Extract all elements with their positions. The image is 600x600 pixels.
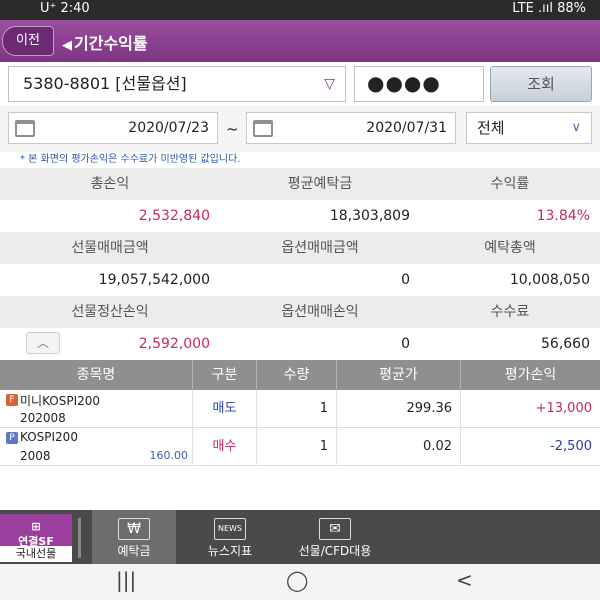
end-date: 2020/07/31 (366, 120, 447, 136)
summary-value-row: 2,532,840 18,303,809 13.84% (0, 200, 600, 232)
date-separator: ~ (226, 120, 239, 138)
cell-avg: 0.02 (337, 428, 461, 466)
account-select[interactable]: 5380-8801 [선물옵션] ▽ (8, 66, 346, 102)
screen: U⁺ 2:40 LTE .ııl 88% 이전 ◀ 기간수익률 5380-8801… (0, 0, 600, 600)
instrument-name: KOSPI200 (20, 430, 78, 444)
home-button[interactable]: ◯ (286, 568, 308, 592)
value-futures-amount: 19,057,542,000 (0, 264, 220, 296)
summary-value-row: 2,592,000 0 56,660 (0, 328, 600, 360)
nav-left-bottom: 국내선물 (0, 546, 72, 562)
grid-icon: ⊞ (31, 520, 41, 533)
table-row[interactable]: F 미니KOSPI200 202008 매도 1 299.36 +13,000 (0, 390, 600, 428)
cfd-icon: ✉ (319, 518, 351, 540)
header-avg-deposit: 평균예탁금 (220, 168, 420, 200)
col-avg: 평균가 (337, 360, 461, 390)
cell-side: 매도 (193, 390, 257, 428)
chevron-up-icon: ︿ (36, 336, 49, 350)
value-deposit-total: 10,008,050 (420, 264, 600, 296)
instrument-code: 2008 (20, 449, 51, 463)
calendar-icon (15, 120, 35, 137)
status-right: LTE .ııl 88% (512, 1, 586, 16)
cell-pnl: +13,000 (535, 401, 592, 416)
col-side: 구분 (193, 360, 257, 390)
header-return-rate: 수익률 (420, 168, 600, 200)
system-back-button[interactable]: < (456, 568, 473, 592)
header-commission: 수수료 (420, 296, 600, 328)
header-options-pnl: 옵션매매손익 (220, 296, 420, 328)
nav-cfd[interactable]: ✉ 선물/CFD대용 (280, 510, 390, 564)
start-date-field[interactable]: 2020/07/23 (8, 112, 218, 144)
instrument-name: 미니KOSPI200 (20, 394, 101, 408)
value-commission: 56,660 (420, 328, 600, 360)
value-total-pnl: 2,532,840 (0, 200, 220, 232)
cell-name: P KOSPI200 2008 160.00 (0, 428, 193, 466)
page-title: ◀ 기간수익률 (62, 30, 148, 54)
header-total-pnl: 총손익 (0, 168, 220, 200)
end-date-field[interactable]: 2020/07/31 (246, 112, 456, 144)
strike-price: 160.00 (149, 449, 189, 462)
nav-news[interactable]: NEWS 뉴스지표 (184, 510, 276, 564)
nav-deposit-label: 예탁금 (117, 544, 151, 558)
cell-qty: 1 (257, 428, 337, 466)
status-left: U⁺ 2:40 (40, 1, 90, 16)
summary-header-row: 선물매매금액 옵션매매금액 예탁총액 (0, 232, 600, 264)
summary-header-row: 선물정산손익 옵션매매손익 수수료 (0, 296, 600, 328)
nav-news-label: 뉴스지표 (207, 544, 253, 558)
calendar-icon (253, 120, 273, 137)
status-bar: U⁺ 2:40 LTE .ııl 88% (0, 0, 600, 20)
cell-name: F 미니KOSPI200 202008 (0, 390, 193, 428)
type-select[interactable]: 전체 ∨ (466, 112, 592, 144)
summary-header-row: 총손익 평균예탁금 수익률 (0, 168, 600, 200)
value-options-amount: 0 (220, 264, 420, 296)
chevron-down-icon: ▽ (324, 76, 335, 92)
password-field[interactable]: ●●●● (354, 66, 484, 102)
nav-domestic-futures[interactable]: ⊞ 연결SF 국내선물 (0, 514, 72, 562)
nav-cfd-label: 선물/CFD대용 (298, 544, 372, 558)
instrument-code: 202008 (20, 411, 66, 425)
nav-deposit[interactable]: ₩ 예탁금 (92, 510, 176, 564)
cell-pnl: -2,500 (550, 439, 592, 454)
col-name: 종목명 (0, 360, 193, 390)
cell-avg: 299.36 (337, 390, 461, 428)
put-badge: P (6, 432, 18, 444)
news-icon: NEWS (214, 518, 246, 540)
positions-header: 종목명 구분 수량 평균가 평가손익 (0, 360, 600, 390)
query-button[interactable]: 조회 (490, 66, 592, 102)
disclaimer-note: * 본 화면의 평가손익은 수수료가 미반영된 값입니다. (20, 154, 241, 165)
system-nav: ||| ◯ < (0, 564, 600, 600)
account-number: 5380-8801 [선물옵션] (23, 74, 187, 93)
page-title-text: 기간수익률 (74, 34, 148, 53)
bottom-nav: ⊞ 연결SF 국내선물 ₩ 예탁금 NEWS 뉴스지표 ✉ 선물/CFD대용 (0, 510, 600, 564)
title-bar: 이전 ◀ 기간수익률 (0, 20, 600, 62)
header-futures-settlement: 선물정산손익 (0, 296, 220, 328)
chevron-down-icon: ∨ (571, 120, 581, 135)
header-futures-amount: 선물매매금액 (0, 232, 220, 264)
start-date: 2020/07/23 (128, 120, 209, 136)
summary-value-row: 19,057,542,000 0 10,008,050 (0, 264, 600, 296)
col-pnl: 평가손익 (504, 367, 557, 383)
collapse-button[interactable]: ︿ (26, 332, 60, 354)
cell-side: 매수 (193, 428, 257, 466)
value-options-pnl: 0 (220, 328, 420, 360)
col-qty: 수량 (257, 360, 337, 390)
header-options-amount: 옵션매매금액 (220, 232, 420, 264)
header-deposit-total: 예탁총액 (420, 232, 600, 264)
nav-left-top: ⊞ 연결SF (0, 520, 72, 549)
type-value: 전체 (477, 119, 505, 137)
futures-badge: F (6, 394, 18, 406)
cell-qty: 1 (257, 390, 337, 428)
value-avg-deposit: 18,303,809 (220, 200, 420, 232)
arrow-left-icon: ◀ (62, 38, 72, 53)
table-row[interactable]: P KOSPI200 2008 160.00 매수 1 0.02 -2,500 (0, 428, 600, 466)
value-return-rate: 13.84% (420, 200, 600, 232)
nav-divider (78, 518, 86, 558)
recent-apps-button[interactable]: ||| (116, 568, 136, 592)
won-icon: ₩ (118, 518, 150, 540)
back-button[interactable]: 이전 (2, 26, 54, 56)
